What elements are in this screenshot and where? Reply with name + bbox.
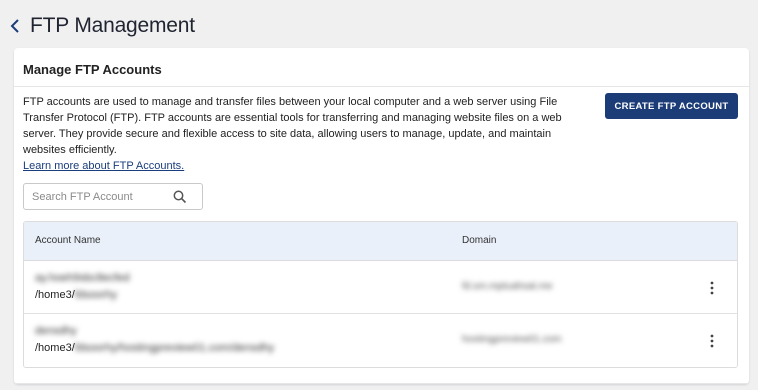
card-bottom-border [14, 383, 749, 384]
account-name: ay.hoeh9sbc8ecfed [35, 272, 130, 284]
page-header: FTP Management [10, 12, 195, 40]
account-path: /home3/fdsoorhy/hostingpreview01.com/den… [35, 342, 274, 354]
path-prefix: /home3/ [35, 289, 75, 301]
more-vertical-icon[interactable] [707, 280, 717, 296]
card-title: Manage FTP Accounts [23, 62, 162, 77]
search-icon[interactable] [173, 190, 187, 204]
create-ftp-account-button[interactable]: CREATE FTP ACCOUNT [605, 93, 738, 119]
search-input[interactable] [32, 184, 172, 209]
column-header-domain: Domain [462, 235, 497, 246]
chevron-left-icon[interactable] [10, 16, 24, 36]
learn-more-link[interactable]: Learn more about FTP Accounts. [23, 158, 184, 174]
page-title: FTP Management [30, 14, 195, 37]
account-domain: fd.sm.mptuahsat.me [462, 281, 553, 292]
table-row: densdhy /home3/fdsoorhy/hostingpreview01… [24, 314, 737, 367]
ftp-accounts-table: Account Name Domain ay.hoeh9sbc8ecfed /h… [23, 221, 738, 368]
more-vertical-icon[interactable] [707, 333, 717, 349]
card-divider [14, 86, 749, 87]
ftp-accounts-card: Manage FTP Accounts FTP accounts are use… [14, 48, 749, 384]
path-rest: fdsoorhy/hostingpreview01.com/densdhy [74, 342, 275, 354]
table-header: Account Name Domain [24, 222, 737, 261]
account-domain: hostingpreview01.com [462, 334, 562, 345]
account-path: /home3/fdsoorhy [35, 289, 117, 301]
path-prefix: /home3/ [35, 342, 75, 354]
table-row: ay.hoeh9sbc8ecfed /home3/fdsoorhy fd.sm.… [24, 261, 737, 314]
description-block: FTP accounts are used to manage and tran… [23, 94, 583, 174]
search-box [23, 183, 203, 210]
description-text: FTP accounts are used to manage and tran… [23, 96, 562, 156]
path-rest: fdsoorhy [74, 289, 117, 301]
column-header-account-name: Account Name [35, 235, 101, 246]
account-name: densdhy [35, 325, 77, 337]
